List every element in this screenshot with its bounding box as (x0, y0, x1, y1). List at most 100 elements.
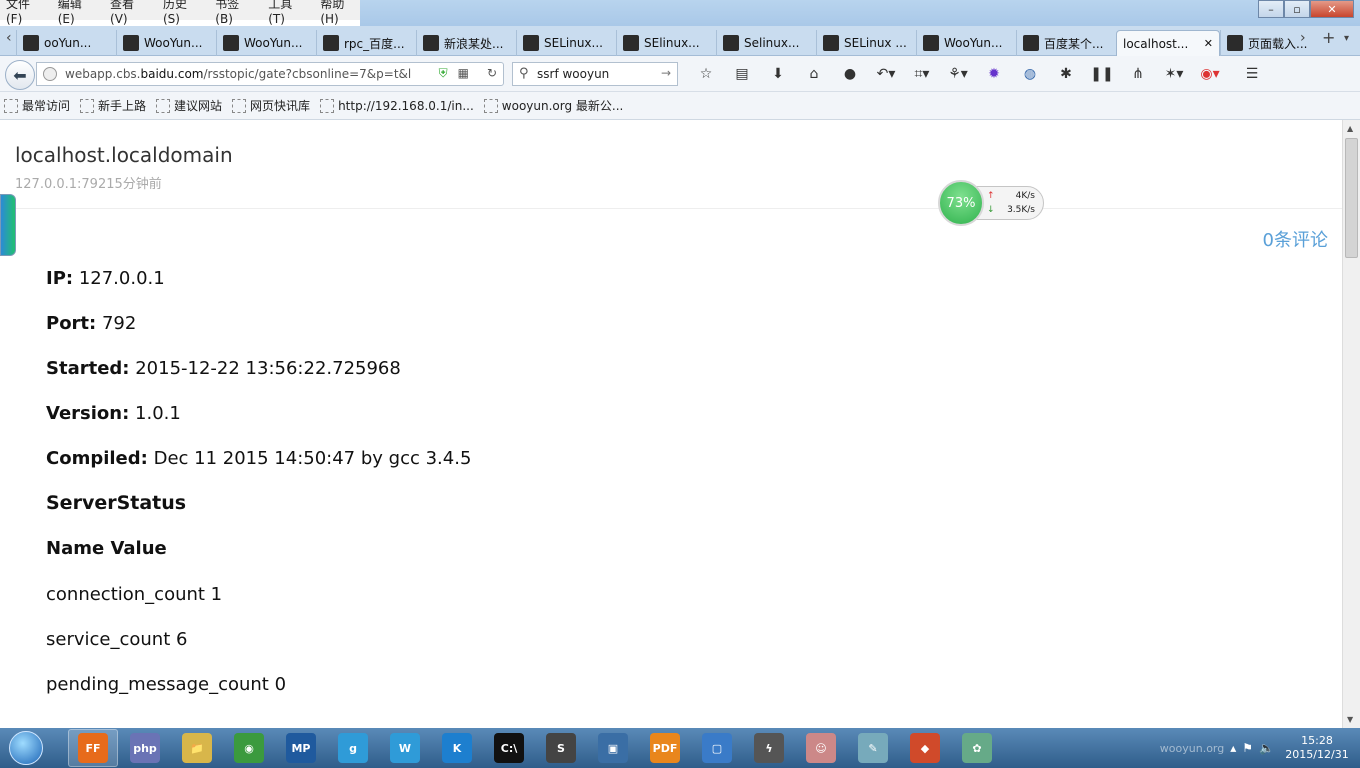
bug-icon[interactable]: ✱ (1048, 62, 1084, 86)
app-g-icon: g (338, 733, 368, 763)
taskbar-app-app-g[interactable]: g (328, 729, 378, 767)
side-gauge-widget[interactable] (0, 194, 16, 256)
taskbar-app-sublime[interactable]: S (536, 729, 586, 767)
tab[interactable]: rpc_百度... (316, 30, 416, 56)
scrollbar-thumb[interactable] (1345, 138, 1358, 258)
tab[interactable]: localhost... ✕ (1116, 30, 1220, 56)
tab[interactable]: ooYun... (16, 30, 116, 56)
tab[interactable]: WooYun... (916, 30, 1016, 56)
taskbar-app-app-w[interactable]: W (380, 729, 430, 767)
back-button[interactable]: ⬅ (5, 60, 35, 90)
taskbar-app-cmd[interactable]: C:\ (484, 729, 534, 767)
security-shield-icon[interactable]: ⛨ (439, 66, 448, 81)
tab[interactable]: 百度某个... (1016, 30, 1116, 56)
menu-item[interactable]: 帮助(H) (320, 0, 360, 26)
tray-expand-icon[interactable]: ▴ (1230, 741, 1236, 755)
volume-icon[interactable]: 🔈 (1259, 741, 1274, 755)
tab[interactable]: Selinux... (716, 30, 816, 56)
reading-list-icon[interactable]: ▤ (724, 62, 760, 86)
taskbar-app-php[interactable]: php (120, 729, 170, 767)
start-button[interactable] (0, 728, 52, 768)
search-icon: ⚲ (519, 66, 529, 81)
menu-item[interactable]: 编辑(E) (58, 0, 96, 26)
tab[interactable]: SELinux ... (816, 30, 916, 56)
taskbar-app-photo[interactable]: ☺ (796, 729, 846, 767)
url-bar[interactable]: webapp.cbs. baidu.com/rsstopic/gate?cbson… (36, 62, 504, 86)
bookmark-item[interactable]: 网页快讯库 (232, 97, 310, 114)
qr-code-icon[interactable]: ▦ (458, 66, 469, 81)
search-input[interactable]: ⚲ ssrf wooyun → (512, 62, 678, 86)
search-go-icon[interactable]: → (661, 66, 671, 80)
taskbar-app-firefox[interactable]: FF (68, 729, 118, 767)
crop-icon[interactable]: ⌗▾ (904, 62, 940, 86)
taskbar-app-pdf[interactable]: PDF (640, 729, 690, 767)
tabs-scroll-left-icon[interactable]: ‹ (6, 30, 12, 46)
addon-icon[interactable]: ◉▾ (1192, 62, 1228, 86)
scroll-up-icon[interactable]: ▲ (1347, 124, 1353, 133)
footprints-icon[interactable]: ❚❚ (1084, 62, 1120, 86)
minimize-button[interactable]: – (1258, 0, 1284, 18)
spider-icon[interactable]: ✶▾ (1156, 62, 1192, 86)
bookmark-item[interactable]: wooyun.org 最新公... (483, 97, 623, 114)
network-speed-widget[interactable]: ↑ 4K/s ↓ 3.5K/s 73% (938, 180, 1044, 226)
maximize-button[interactable]: ▫ (1284, 0, 1310, 18)
comments-link[interactable]: 0条评论 (1263, 226, 1328, 252)
cmd-icon: C:\ (494, 733, 524, 763)
tab-list-icon[interactable]: ▾ (1344, 33, 1349, 44)
menu-item[interactable]: 文件(F) (6, 0, 44, 26)
tab[interactable]: 新浪某处... (416, 30, 516, 56)
shield-icon (723, 35, 739, 51)
taskbar-app-explorer[interactable]: 📁 (172, 729, 222, 767)
bookmark-item[interactable]: 新手上路 (80, 97, 146, 114)
taskbar-app-git[interactable]: ◆ (900, 729, 950, 767)
taskbar-app-mp[interactable]: MP (276, 729, 326, 767)
taskbar-app-remote[interactable]: ▣ (588, 729, 638, 767)
tab-close-icon[interactable]: ✕ (1204, 37, 1213, 50)
remote-icon: ▣ (598, 733, 628, 763)
tab[interactable]: SElinux... (616, 30, 716, 56)
upload-arrow-icon: ↑ (987, 191, 995, 201)
bookmark-item[interactable]: 建议网站 (156, 97, 222, 114)
taskbar-app-notes[interactable]: ✎ (848, 729, 898, 767)
memory-percent-circle[interactable]: 73% (938, 180, 984, 226)
menu-item[interactable]: 书签(B) (215, 0, 254, 26)
taskbar-app-vm[interactable]: ▢ (692, 729, 742, 767)
watermark-text: wooyun.org (1159, 741, 1225, 755)
clock[interactable]: 15:28 2015/12/31 (1280, 734, 1354, 762)
close-button[interactable]: ✕ (1310, 0, 1354, 18)
taskbar-app-chrome[interactable]: ◉ (224, 729, 274, 767)
new-tab-button[interactable]: + (1322, 28, 1335, 47)
virus-icon[interactable]: ✹ (976, 62, 1012, 86)
tools-icon[interactable]: ⚘▾ (940, 62, 976, 86)
chrome-icon: ◉ (234, 733, 264, 763)
tabs-scroll-right-icon[interactable]: › (1300, 30, 1306, 46)
menu-item[interactable]: 历史(S) (163, 0, 201, 26)
chat-icon[interactable]: ● (832, 62, 868, 86)
taskbar-app-app-k[interactable]: K (432, 729, 482, 767)
taskbar-app-burp[interactable]: ϟ (744, 729, 794, 767)
undo-icon[interactable]: ↶▾ (868, 62, 904, 86)
menu-item[interactable]: 查看(V) (110, 0, 149, 26)
download-icon[interactable]: ⬇ (760, 62, 796, 86)
tab[interactable]: WooYun... (216, 30, 316, 56)
bookmark-item[interactable]: http://192.168.0.1/in... (320, 98, 474, 113)
flag-icon[interactable]: ⚑ (1242, 741, 1253, 755)
hamburger-menu-icon[interactable]: ☰ (1234, 62, 1270, 86)
sitemap-icon[interactable]: ⋔ (1120, 62, 1156, 86)
vertical-scrollbar[interactable]: ▲ ▼ (1342, 120, 1360, 728)
taskbar-app-paint[interactable]: ✿ (952, 729, 1002, 767)
tab[interactable]: WooYun... (116, 30, 216, 56)
home-icon[interactable]: ⌂ (796, 62, 832, 86)
redhat-icon (623, 35, 639, 51)
wooyun-icon (223, 35, 239, 51)
scroll-down-icon[interactable]: ▼ (1347, 715, 1353, 724)
bookmark-label: 建议网站 (174, 99, 223, 113)
bookmark-item[interactable]: 最常访问 (4, 97, 70, 114)
menu-item[interactable]: 工具(T) (268, 0, 306, 26)
reload-icon[interactable]: ↻ (487, 66, 497, 81)
tab[interactable]: SELinux... (516, 30, 616, 56)
url-domain: baidu.com (140, 67, 204, 81)
bookmark-label: http://192.168.0.1/in... (338, 98, 474, 113)
bookmark-star-icon[interactable]: ☆ (688, 62, 724, 86)
globe-tool-icon[interactable]: ◍ (1012, 62, 1048, 86)
